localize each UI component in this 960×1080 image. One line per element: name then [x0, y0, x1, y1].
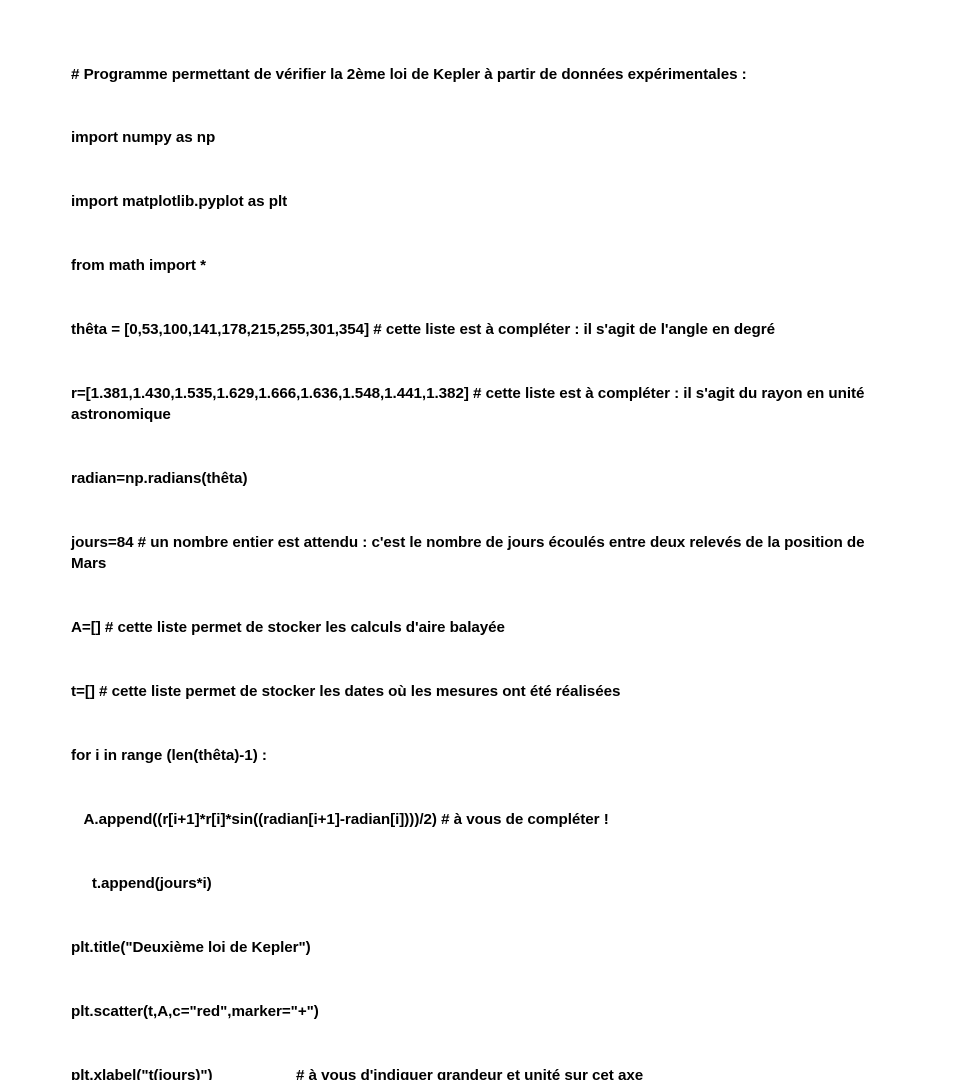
code-line-10: t=[] # cette liste permet de stocker les… — [71, 683, 621, 701]
code-listing[interactable]: # Programme permettant de vérifier la 2è… — [71, 21, 883, 1080]
code-line-13: t.append(jours*i) — [71, 874, 212, 892]
code-line-4: from math import * — [71, 257, 206, 275]
code-line-9: A=[] # cette liste permet de stocker les… — [71, 619, 505, 637]
code-line-2: import numpy as np — [71, 129, 216, 147]
code-line-7: radian=np.radians(thêta) — [71, 470, 248, 488]
code-line-6: r=[1.381,1.430,1.535,1.629,1.666,1.636,1… — [71, 385, 869, 424]
document-page: # Programme permettant de vérifier la 2è… — [0, 0, 960, 1080]
code-line-11: for i in range (len(thêta)-1) : — [71, 747, 267, 765]
code-line-12: A.append((r[i+1]*r[i]*sin((radian[i+1]-r… — [71, 810, 609, 828]
code-line-16: plt.xlabel("t(jours)") # à vous d'indiqu… — [71, 1066, 644, 1080]
code-line-8: jours=84 # un nombre entier est attendu … — [71, 534, 869, 573]
code-line-1: # Programme permettant de vérifier la 2è… — [71, 65, 747, 83]
code-line-5: thêta = [0,53,100,141,178,215,255,301,35… — [71, 321, 775, 339]
code-line-3: import matplotlib.pyplot as plt — [71, 193, 288, 211]
code-line-14: plt.title("Deuxième loi de Kepler") — [71, 938, 311, 956]
code-line-15: plt.scatter(t,A,c="red",marker="+") — [71, 1002, 319, 1020]
